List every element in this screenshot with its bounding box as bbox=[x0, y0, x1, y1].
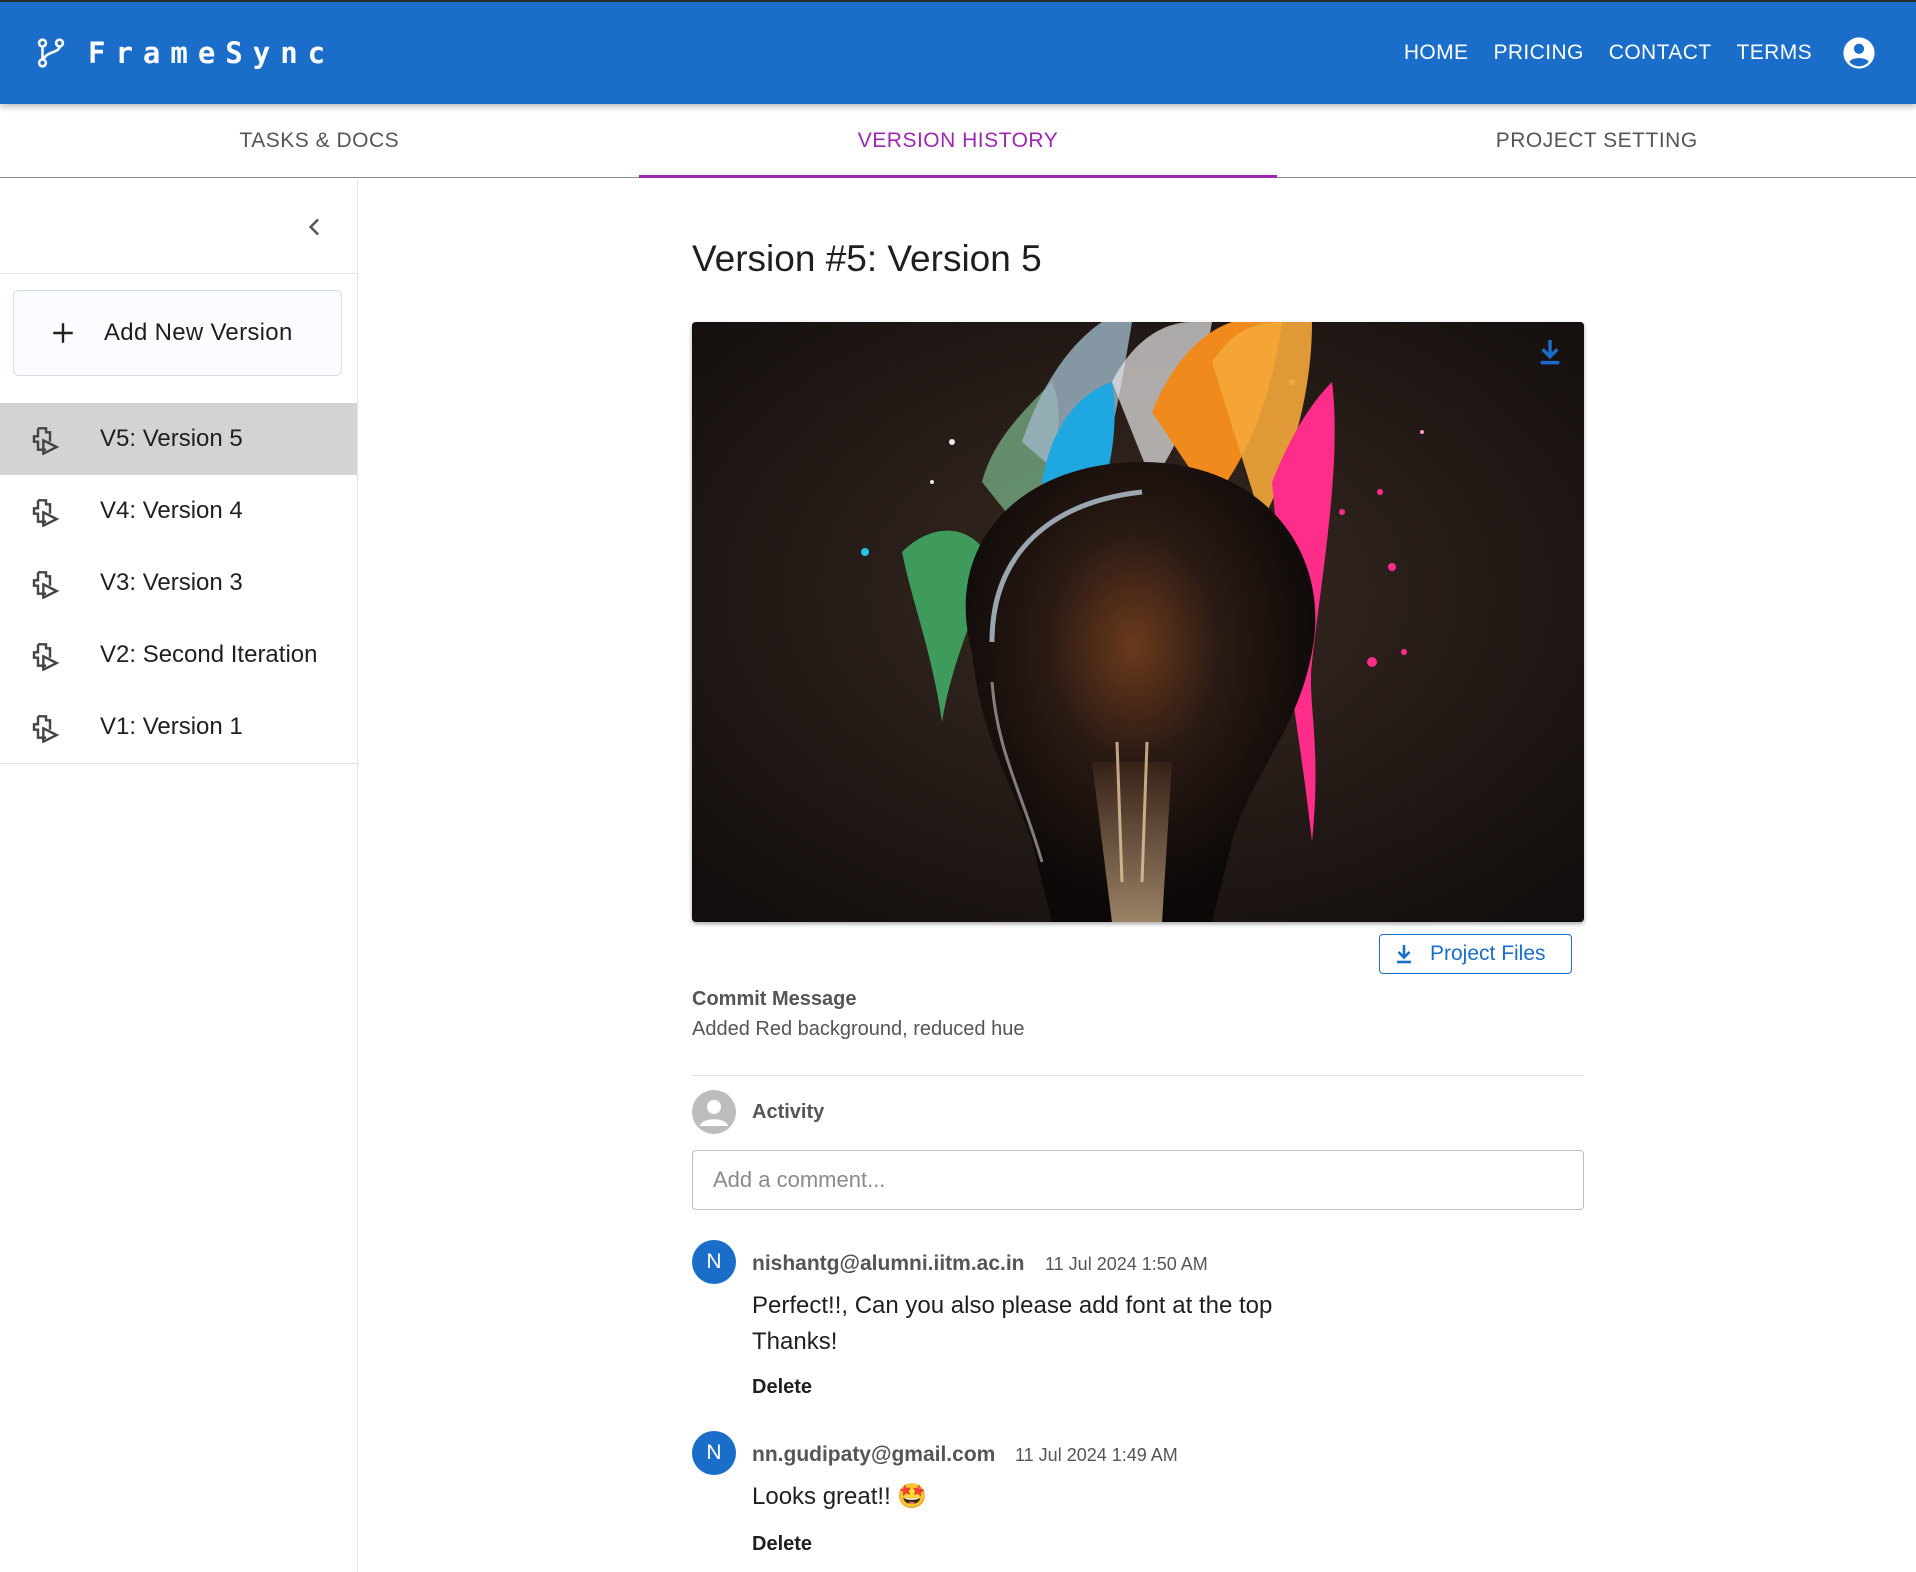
comment-line: Thanks! bbox=[752, 1328, 838, 1355]
version-item-v1[interactable]: V1: Version 1 bbox=[0, 691, 357, 763]
version-commit-icon bbox=[32, 643, 60, 671]
version-sidebar: Add New Version V5: Version 5 V4: Versio… bbox=[0, 178, 358, 1572]
commenter-avatar: N bbox=[692, 1431, 736, 1475]
comment-line: Looks great!! 🤩 bbox=[752, 1483, 928, 1510]
nav-contact[interactable]: CONTACT bbox=[1609, 41, 1712, 65]
comment-line: Perfect!!, Can you also please add font … bbox=[752, 1292, 1273, 1319]
version-label: V1: Version 1 bbox=[100, 713, 243, 740]
commit-message-label: Commit Message bbox=[692, 988, 857, 1010]
comment-timestamp: 11 Jul 2024 1:49 AM bbox=[1015, 1445, 1178, 1465]
version-label: V3: Version 3 bbox=[100, 569, 243, 596]
download-icon[interactable] bbox=[1534, 336, 1566, 368]
tab-tasks-docs[interactable]: TASKS & DOCS bbox=[0, 104, 639, 177]
version-label: V2: Second Iteration bbox=[100, 641, 318, 668]
top-nav: HOME PRICING CONTACT TERMS bbox=[1379, 36, 1876, 70]
branch-icon bbox=[37, 38, 65, 68]
comment-author: nn.gudipaty@gmail.com bbox=[752, 1443, 996, 1466]
version-preview-image bbox=[692, 322, 1584, 922]
version-item-v5[interactable]: V5: Version 5 bbox=[0, 403, 357, 475]
sidebar-header bbox=[0, 178, 357, 274]
project-files-button[interactable]: Project Files bbox=[1379, 934, 1572, 974]
comment-author: nishantg@alumni.iitm.ac.in bbox=[752, 1252, 1025, 1275]
comment-body: Looks great!! 🤩 bbox=[752, 1479, 927, 1515]
version-label: V5: Version 5 bbox=[100, 425, 243, 452]
divider bbox=[692, 1075, 1584, 1076]
commit-message-text: Added Red background, reduced hue bbox=[692, 1018, 1025, 1040]
version-label: V4: Version 4 bbox=[100, 497, 243, 524]
delete-comment-button[interactable]: Delete bbox=[752, 1533, 812, 1556]
chevron-left-icon[interactable] bbox=[300, 212, 330, 242]
lightbulb-paint-splash-image bbox=[692, 322, 1584, 922]
comment-body: Perfect!!, Can you also please add font … bbox=[752, 1288, 1272, 1360]
comment-input[interactable] bbox=[692, 1150, 1584, 1210]
version-commit-icon bbox=[32, 715, 60, 743]
download-icon bbox=[1397, 945, 1411, 964]
brand[interactable]: FrameSync bbox=[34, 36, 335, 70]
version-item-v2[interactable]: V2: Second Iteration bbox=[0, 619, 357, 691]
add-new-version-label: Add New Version bbox=[104, 319, 293, 346]
delete-comment-button[interactable]: Delete bbox=[752, 1376, 812, 1399]
version-commit-icon bbox=[32, 571, 60, 599]
app-bar: FrameSync HOME PRICING CONTACT TERMS bbox=[0, 0, 1916, 104]
commenter-avatar: N bbox=[692, 1240, 736, 1284]
tab-project-setting[interactable]: PROJECT SETTING bbox=[1277, 104, 1916, 177]
nav-terms[interactable]: TERMS bbox=[1737, 41, 1813, 65]
version-commit-icon bbox=[32, 499, 60, 527]
user-avatar bbox=[692, 1090, 736, 1134]
version-item-v4[interactable]: V4: Version 4 bbox=[0, 475, 357, 547]
version-item-v3[interactable]: V3: Version 3 bbox=[0, 547, 357, 619]
person-icon bbox=[700, 1100, 728, 1126]
version-list: V5: Version 5 V4: Version 4 V3: Version … bbox=[0, 403, 357, 764]
nav-home[interactable]: HOME bbox=[1404, 41, 1469, 65]
comment-timestamp: 11 Jul 2024 1:50 AM bbox=[1045, 1254, 1208, 1274]
brand-name: FrameSync bbox=[88, 36, 336, 70]
plus-icon bbox=[53, 323, 73, 343]
activity-label: Activity bbox=[752, 1101, 825, 1123]
tab-bar: TASKS & DOCS VERSION HISTORY PROJECT SET… bbox=[0, 104, 1916, 178]
nav-pricing[interactable]: PRICING bbox=[1493, 41, 1583, 65]
tab-version-history[interactable]: VERSION HISTORY bbox=[638, 104, 1278, 178]
add-new-version-button[interactable]: Add New Version bbox=[13, 290, 342, 376]
account-icon[interactable] bbox=[1842, 36, 1876, 70]
page-title: Version #5: Version 5 bbox=[692, 238, 1042, 279]
version-commit-icon bbox=[32, 427, 60, 455]
project-files-label: Project Files bbox=[1430, 942, 1546, 965]
